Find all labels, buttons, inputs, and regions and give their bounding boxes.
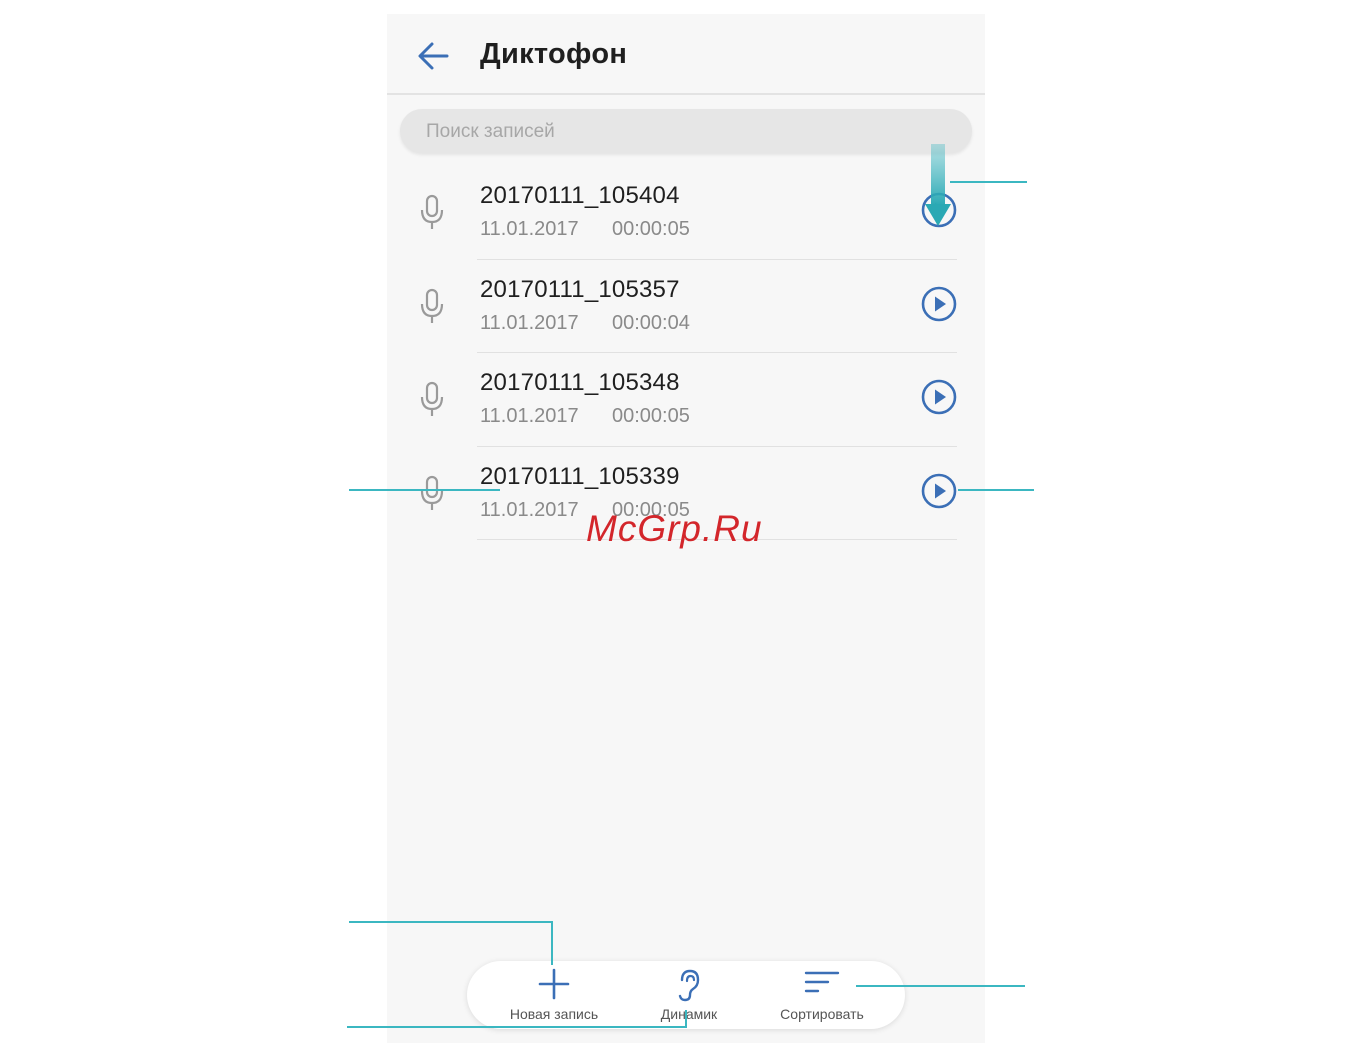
back-button[interactable] (413, 36, 453, 76)
sort-label: Сортировать (780, 1006, 864, 1022)
sort-button[interactable]: Сортировать (752, 961, 892, 1029)
speaker-label: Динамик (660, 1006, 718, 1022)
microphone-icon (420, 194, 444, 229)
search-bar[interactable] (400, 109, 972, 155)
page-title: Диктофон (480, 38, 628, 70)
callout-line-new-record-vertical (551, 921, 553, 965)
callout-line-speaker (347, 1026, 687, 1028)
callout-line-recording (349, 489, 500, 491)
recording-row[interactable]: 20170111_105357 11.01.2017 00:00:04 (387, 260, 985, 353)
recording-name: 20170111_105404 (480, 182, 680, 209)
recording-duration: 00:00:05 (612, 218, 690, 240)
plus-icon (538, 968, 570, 1000)
microphone-icon (420, 475, 444, 510)
callout-line-sort (856, 985, 1025, 987)
recording-date: 11.01.2017 (480, 498, 579, 521)
recording-duration: 00:00:04 (612, 311, 690, 334)
sort-icon (804, 971, 840, 993)
play-icon[interactable] (919, 377, 959, 417)
callout-line-play (958, 489, 1034, 491)
recordings-list: 20170111_105404 11.01.2017 00:00:05 2017… (387, 166, 985, 540)
recording-row[interactable]: 20170111_105404 11.01.2017 00:00:05 (387, 166, 985, 260)
app-bar: Диктофон (387, 14, 985, 95)
search-input[interactable] (424, 109, 948, 155)
callout-line-pull (950, 181, 1027, 183)
callout-line-new-record (349, 921, 553, 923)
recording-date: 11.01.2017 (480, 311, 579, 334)
play-icon[interactable] (919, 471, 959, 511)
callout-line-speaker-vertical (685, 1010, 687, 1028)
recording-date: 11.01.2017 (480, 405, 579, 427)
new-record-label: Новая запись (509, 1006, 599, 1022)
back-arrow-icon (418, 42, 449, 70)
microphone-icon (420, 288, 444, 323)
speaker-button[interactable]: Динамик (619, 961, 759, 1029)
recording-date: 11.01.2017 (480, 218, 579, 240)
recording-name: 20170111_105357 (480, 275, 680, 303)
recording-name: 20170111_105339 (480, 462, 680, 490)
new-record-button[interactable]: Новая запись (484, 961, 624, 1029)
recording-duration: 00:00:05 (612, 405, 690, 427)
watermark: McGrp.Ru (586, 508, 763, 549)
header-divider (387, 93, 985, 95)
pull-down-arrow-icon (925, 144, 951, 226)
recording-row[interactable]: 20170111_105348 11.01.2017 00:00:05 (387, 353, 985, 447)
recording-name: 20170111_105348 (480, 369, 680, 396)
play-icon[interactable] (919, 284, 959, 324)
microphone-icon (420, 381, 444, 416)
ear-icon (678, 969, 700, 1002)
